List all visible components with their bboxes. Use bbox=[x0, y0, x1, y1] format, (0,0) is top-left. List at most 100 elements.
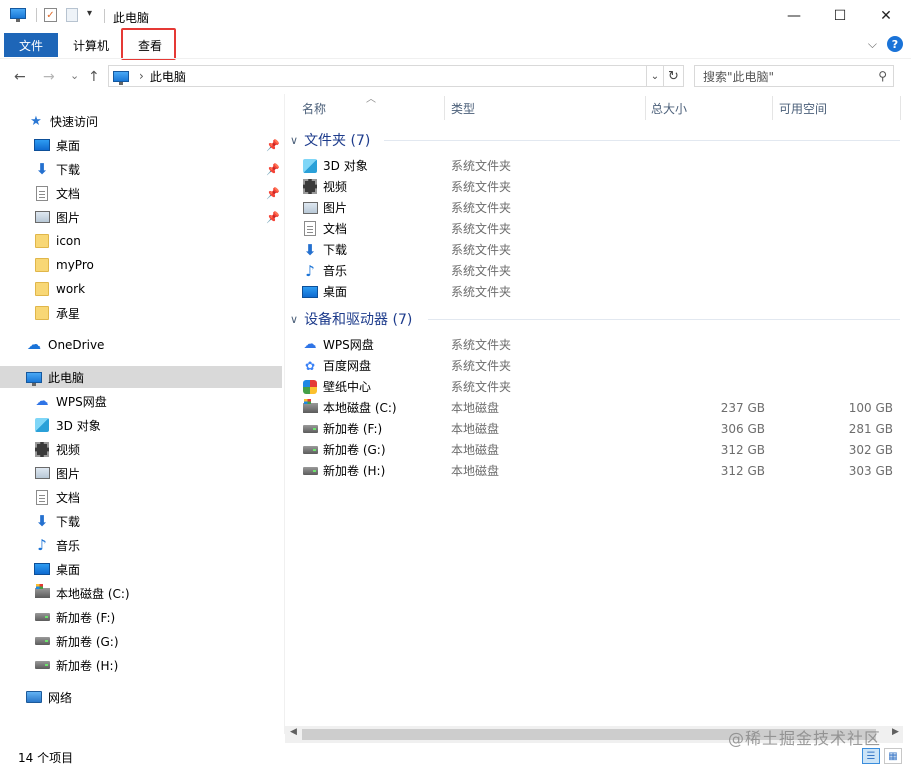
column-header-type[interactable]: 类型 bbox=[451, 96, 475, 120]
folder-icon bbox=[35, 258, 49, 272]
chevron-down-icon: ⌄ bbox=[650, 70, 660, 82]
help-icon[interactable]: ? bbox=[887, 36, 903, 52]
blank-page-icon bbox=[66, 8, 78, 22]
column-separator[interactable] bbox=[772, 96, 773, 120]
group-header-devices[interactable]: ∨ 设备和驱动器 (7) bbox=[290, 309, 412, 329]
up-icon[interactable]: ↑ bbox=[88, 69, 100, 85]
disk-icon bbox=[302, 466, 318, 475]
list-item[interactable]: 新加卷 (H:) 本地磁盘 312 GB 303 GB bbox=[302, 460, 900, 481]
list-item[interactable]: ☁ WPS网盘 系统文件夹 bbox=[302, 334, 900, 355]
list-item[interactable]: ⬇ 下载 系统文件夹 bbox=[302, 239, 900, 260]
back-icon[interactable]: ← bbox=[14, 69, 26, 85]
scroll-left-icon[interactable]: ◀ bbox=[290, 727, 297, 737]
app-icon[interactable] bbox=[10, 8, 26, 22]
list-item[interactable]: 图片 系统文件夹 bbox=[302, 197, 900, 218]
address-history-button[interactable]: ⌄ bbox=[646, 65, 664, 87]
list-item[interactable]: ♪ 音乐 系统文件夹 bbox=[302, 260, 900, 281]
tab-computer[interactable]: 计算机 bbox=[73, 33, 109, 57]
list-item[interactable]: 视频 系统文件夹 bbox=[302, 176, 900, 197]
new-folder-quick-button[interactable] bbox=[66, 8, 78, 22]
picture-icon bbox=[302, 201, 318, 214]
nav-pc-drive-f[interactable]: 新加卷 (F:) bbox=[0, 606, 284, 628]
address-bar[interactable]: › 此电脑 bbox=[108, 65, 664, 87]
nav-quick-access[interactable]: ★ 快速访问 bbox=[0, 110, 284, 132]
column-separator[interactable] bbox=[645, 96, 646, 120]
nav-label: 网络 bbox=[48, 690, 73, 705]
breadcrumb-this-pc[interactable]: 此电脑 bbox=[150, 68, 186, 85]
disk-icon bbox=[34, 637, 50, 645]
video-icon bbox=[35, 441, 49, 457]
folder-icon bbox=[35, 306, 49, 320]
nav-pc-drive-g[interactable]: 新加卷 (G:) bbox=[0, 630, 284, 652]
item-type: 本地磁盘 bbox=[451, 422, 500, 436]
item-type: 系统文件夹 bbox=[451, 222, 512, 236]
nav-label: 图片 bbox=[56, 210, 81, 225]
nav-onedrive[interactable]: ☁ OneDrive bbox=[0, 334, 284, 356]
chevron-down-icon: ∨ bbox=[290, 312, 299, 326]
nav-network[interactable]: 网络 bbox=[0, 686, 284, 708]
maximize-button[interactable]: ☐ bbox=[817, 0, 863, 32]
list-item[interactable]: ✿ 百度网盘 系统文件夹 bbox=[302, 355, 900, 376]
refresh-button[interactable]: ↻ bbox=[664, 65, 684, 87]
search-input[interactable]: 搜索"此电脑" ⚲ bbox=[694, 65, 894, 87]
recent-locations-icon[interactable]: ⌄ bbox=[70, 69, 79, 82]
list-item[interactable]: 壁纸中心 系统文件夹 bbox=[302, 376, 900, 397]
properties-quick-button[interactable]: ✓ bbox=[44, 8, 57, 22]
list-item[interactable]: 桌面 系统文件夹 bbox=[302, 281, 900, 302]
large-icons-view-button[interactable]: ▦ bbox=[884, 748, 902, 764]
nav-label: 桌面 bbox=[56, 138, 81, 153]
column-header-free-space[interactable]: 可用空间 bbox=[779, 96, 827, 120]
list-item[interactable]: 本地磁盘 (C:) 本地磁盘 237 GB 100 GB bbox=[302, 397, 900, 418]
nav-pc-music[interactable]: ♪ 音乐 bbox=[0, 534, 284, 556]
item-count: 14 个项目 bbox=[18, 751, 74, 765]
watermark-text: @稀土掘金技术社区 bbox=[728, 729, 882, 748]
group-header-folders[interactable]: ∨ 文件夹 (7) bbox=[290, 130, 370, 150]
list-item[interactable]: 3D 对象 系统文件夹 bbox=[302, 155, 900, 176]
title-separator bbox=[104, 9, 105, 23]
nav-this-pc[interactable]: 此电脑 bbox=[0, 366, 282, 388]
disk-icon bbox=[302, 424, 318, 433]
nav-quick-downloads[interactable]: ⬇ 下载 📌 bbox=[0, 158, 284, 180]
column-separator[interactable] bbox=[900, 96, 901, 120]
forward-icon[interactable]: → bbox=[43, 69, 55, 85]
nav-pc-wps[interactable]: ☁ WPS网盘 bbox=[0, 390, 284, 412]
details-view-button[interactable]: ☰ bbox=[862, 748, 880, 764]
nav-quick-pictures[interactable]: 图片 📌 bbox=[0, 206, 284, 228]
pin-icon: 📌 bbox=[266, 210, 280, 224]
item-total-size: 312 GB bbox=[720, 463, 765, 478]
nav-pc-video[interactable]: 视频 bbox=[0, 438, 284, 460]
nav-pc-drive-c[interactable]: 本地磁盘 (C:) bbox=[0, 582, 284, 604]
column-header-name[interactable]: 名称 bbox=[302, 96, 326, 120]
nav-quick-chengxing-folder[interactable]: 承星 bbox=[0, 302, 284, 324]
nav-quick-mypro-folder[interactable]: myPro bbox=[0, 254, 284, 276]
nav-quick-icon-folder[interactable]: icon bbox=[0, 230, 284, 252]
nav-pc-downloads[interactable]: ⬇ 下载 bbox=[0, 510, 284, 532]
desktop-icon bbox=[34, 139, 50, 151]
nav-quick-documents[interactable]: 文档 📌 bbox=[0, 182, 284, 204]
list-item[interactable]: 新加卷 (G:) 本地磁盘 312 GB 302 GB bbox=[302, 439, 900, 460]
nav-pc-3d[interactable]: 3D 对象 bbox=[0, 414, 284, 436]
nav-quick-desktop[interactable]: 桌面 📌 bbox=[0, 134, 284, 156]
pane-divider[interactable] bbox=[284, 94, 285, 734]
nav-quick-work-folder[interactable]: work bbox=[0, 278, 284, 300]
list-item[interactable]: 文档 系统文件夹 bbox=[302, 218, 900, 239]
nav-pc-documents[interactable]: 文档 bbox=[0, 486, 284, 508]
item-type: 系统文件夹 bbox=[451, 201, 512, 215]
customize-quick-access-button[interactable]: ▾ bbox=[87, 8, 92, 19]
nav-pc-desktop[interactable]: 桌面 bbox=[0, 558, 284, 580]
minimize-icon: — bbox=[787, 8, 801, 24]
item-name: 百度网盘 bbox=[323, 359, 372, 373]
minimize-button[interactable]: — bbox=[771, 0, 817, 32]
scroll-right-icon[interactable]: ▶ bbox=[892, 727, 899, 737]
tab-file[interactable]: 文件 bbox=[4, 33, 58, 57]
column-header-total-size[interactable]: 总大小 bbox=[651, 96, 687, 120]
checklist-icon: ✓ bbox=[44, 8, 57, 22]
nav-pc-drive-h[interactable]: 新加卷 (H:) bbox=[0, 654, 284, 676]
expand-ribbon-icon[interactable]: ⌵ bbox=[868, 37, 877, 52]
nav-label: 图片 bbox=[56, 466, 81, 481]
item-free-space: 302 GB bbox=[848, 442, 893, 457]
nav-pc-pictures[interactable]: 图片 bbox=[0, 462, 284, 484]
close-button[interactable]: ✕ bbox=[863, 0, 909, 32]
list-item[interactable]: 新加卷 (F:) 本地磁盘 306 GB 281 GB bbox=[302, 418, 900, 439]
column-separator[interactable] bbox=[444, 96, 445, 120]
